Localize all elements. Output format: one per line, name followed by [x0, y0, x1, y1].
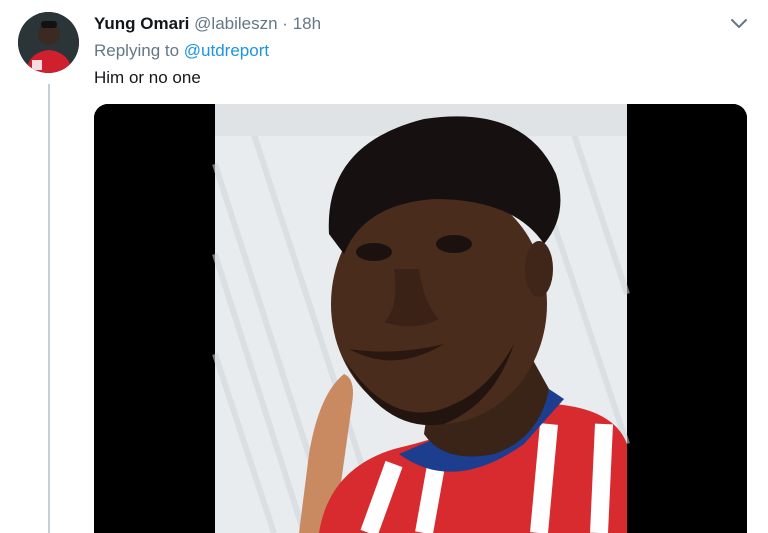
tweet-header: Yung Omari @labileszn · 18h: [94, 13, 321, 35]
separator-dot: ·: [282, 14, 288, 33]
avatar-image: [18, 12, 79, 73]
tweet-text: Him or no one: [94, 68, 201, 87]
replying-prefix: Replying to: [94, 41, 180, 60]
replying-to: Replying to @utdreport: [94, 40, 269, 62]
video-thumbnail: [94, 104, 747, 533]
thread-line: [48, 84, 50, 533]
author-name[interactable]: Yung Omari: [94, 14, 189, 33]
mention-link[interactable]: @utdreport: [184, 41, 269, 60]
author-avatar[interactable]: [18, 12, 79, 73]
chevron-down-icon[interactable]: [728, 12, 750, 34]
author-handle[interactable]: @labileszn: [194, 14, 277, 33]
tweet-media[interactable]: [94, 104, 747, 533]
timestamp[interactable]: 18h: [293, 14, 321, 33]
